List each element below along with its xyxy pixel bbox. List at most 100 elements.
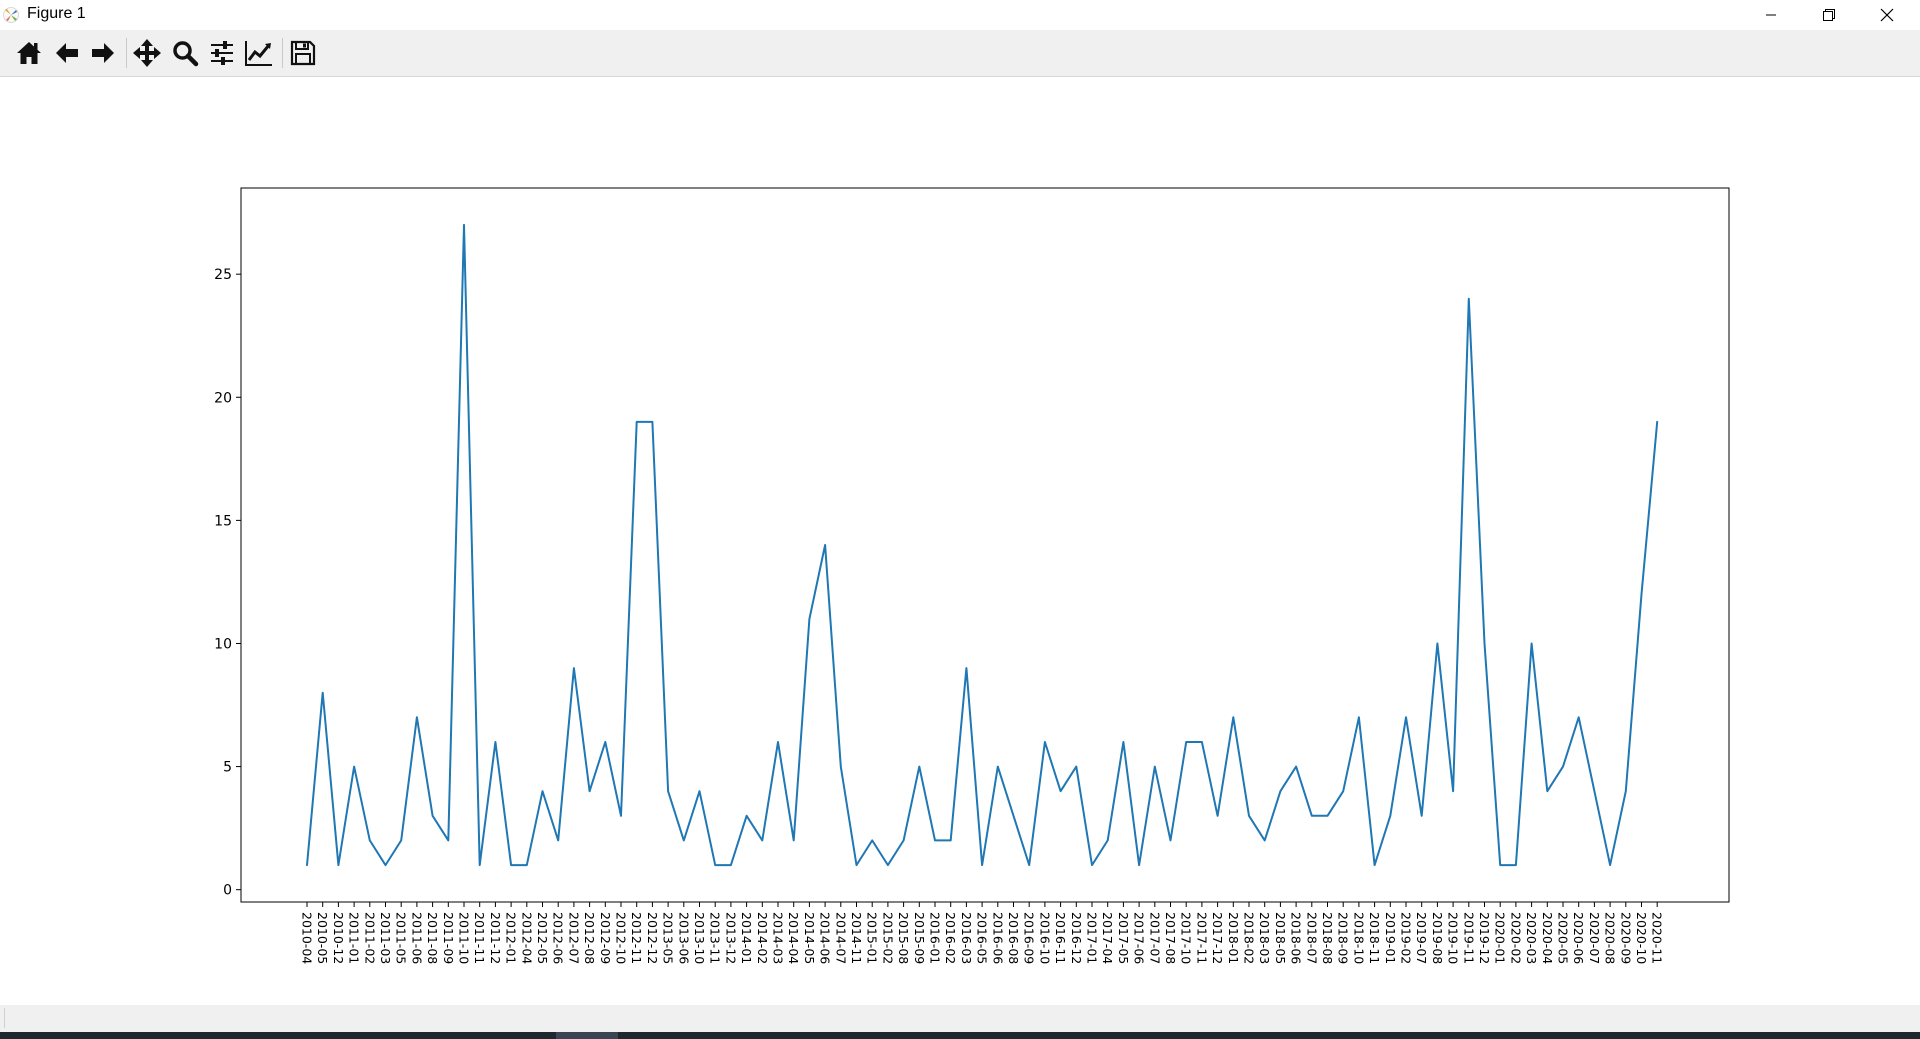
x-tick-label: 2011-03 — [378, 912, 393, 964]
zoom-icon — [173, 41, 199, 67]
data-point — [432, 815, 434, 817]
forward-arrow-icon — [92, 43, 114, 63]
x-tick-label: 2020-11 — [1650, 912, 1665, 964]
x-tick-label: 2018-10 — [1351, 912, 1366, 964]
data-point — [667, 790, 669, 792]
data-point — [871, 839, 873, 841]
x-tick-label: 2013-10 — [692, 912, 707, 964]
pan-icon — [133, 39, 161, 67]
x-tick-label: 2020-01 — [1493, 912, 1508, 964]
x-tick-label: 2014-06 — [818, 912, 833, 964]
close-button[interactable] — [1858, 0, 1916, 30]
data-point — [1044, 741, 1046, 743]
forward-button[interactable] — [86, 36, 120, 70]
data-point — [1484, 642, 1486, 644]
home-icon — [17, 42, 41, 64]
data-point — [369, 839, 371, 841]
data-point — [1656, 421, 1658, 423]
x-tick-label: 2016-11 — [1053, 912, 1068, 964]
x-tick-label: 2017-05 — [1116, 912, 1131, 964]
save-button[interactable] — [286, 36, 320, 70]
data-point — [1374, 864, 1376, 866]
x-tick-label: 2011-10 — [457, 912, 472, 964]
restore-button[interactable] — [1800, 0, 1858, 30]
status-bar-grip — [4, 1008, 5, 1028]
data-point — [965, 667, 967, 669]
data-point — [1107, 839, 1109, 841]
pan-button[interactable] — [130, 36, 164, 70]
data-point — [494, 741, 496, 743]
minimize-button[interactable] — [1742, 0, 1800, 30]
data-point — [777, 741, 779, 743]
data-point — [1311, 815, 1313, 817]
data-point — [997, 766, 999, 768]
data-point — [636, 421, 638, 423]
y-tick-label: 5 — [223, 760, 232, 776]
x-tick-label: 2014-02 — [755, 912, 770, 964]
x-tick-label: 2016-12 — [1069, 912, 1084, 964]
data-point — [1279, 790, 1281, 792]
x-tick-label: 2017-01 — [1085, 912, 1100, 964]
x-tick-label: 2018-02 — [1242, 912, 1257, 964]
os-taskbar — [0, 1032, 1920, 1039]
figure-canvas[interactable]: 0 5 10 15 20 25 2010-04 2010-05 2010-12 2011-01 20… — [0, 77, 1920, 1005]
title-bar: Figure 1 — [0, 0, 1920, 30]
y-tick-label: 15 — [214, 513, 232, 529]
x-tick-label: 2020-02 — [1508, 912, 1523, 964]
x-tick-label: 2018-05 — [1273, 912, 1288, 964]
data-point — [761, 839, 763, 841]
data-point — [1452, 790, 1454, 792]
data-point — [1468, 298, 1470, 300]
x-tick-label: 2013-06 — [676, 912, 691, 964]
x-tick-label: 2011-02 — [362, 912, 377, 964]
x-tick-label: 2018-06 — [1289, 912, 1304, 964]
x-tick-label: 2020-07 — [1587, 912, 1602, 964]
x-tick-label: 2011-09 — [441, 912, 456, 964]
x-tick-label: 2010-05 — [315, 912, 330, 964]
x-tick-label: 2012-11 — [629, 912, 644, 964]
x-tick-label: 2015-01 — [865, 912, 880, 964]
data-point — [730, 864, 732, 866]
x-tick-label: 2019-02 — [1399, 912, 1414, 964]
x-tick-label: 2016-02 — [943, 912, 958, 964]
x-tick-label: 2017-06 — [1132, 912, 1147, 964]
data-point — [1185, 741, 1187, 743]
x-tick-label: 2012-05 — [535, 912, 550, 964]
data-point — [1060, 790, 1062, 792]
x-tick-label: 2010-12 — [331, 912, 346, 964]
back-button[interactable] — [50, 36, 84, 70]
taskbar-active-app[interactable] — [556, 1032, 618, 1039]
y-tick-label: 0 — [223, 883, 232, 899]
x-tick-label: 2014-04 — [786, 912, 801, 964]
edit-axis-icon — [245, 41, 272, 66]
data-point — [337, 864, 339, 866]
data-point — [620, 815, 622, 817]
data-point — [840, 766, 842, 768]
x-tick-label: 2016-03 — [959, 912, 974, 964]
x-tick-label: 2014-07 — [833, 912, 848, 964]
data-point — [400, 839, 402, 841]
data-point — [1232, 716, 1234, 718]
toolbar-separator — [126, 38, 127, 68]
data-point — [1170, 839, 1172, 841]
x-tick-label: 2017-04 — [1100, 912, 1115, 964]
x-tick-label: 2010-04 — [300, 912, 315, 964]
data-point — [1389, 815, 1391, 817]
data-point — [1515, 864, 1517, 866]
x-tick-label: 2014-03 — [771, 912, 786, 964]
save-icon — [290, 40, 316, 66]
x-tick-label: 2013-11 — [708, 912, 723, 964]
x-tick-label: 2011-05 — [394, 912, 409, 964]
x-tick-label: 2020-04 — [1540, 912, 1555, 964]
data-point — [1201, 741, 1203, 743]
edit-axis-button[interactable] — [242, 36, 276, 70]
restore-icon — [1823, 9, 1835, 21]
data-point — [353, 766, 355, 768]
zoom-button[interactable] — [168, 36, 202, 70]
data-point — [1499, 864, 1501, 866]
home-button[interactable] — [12, 36, 46, 70]
data-point — [510, 864, 512, 866]
configure-subplots-button[interactable] — [205, 36, 239, 70]
x-tick-label: 2019-07 — [1414, 912, 1429, 964]
data-point — [1609, 864, 1611, 866]
